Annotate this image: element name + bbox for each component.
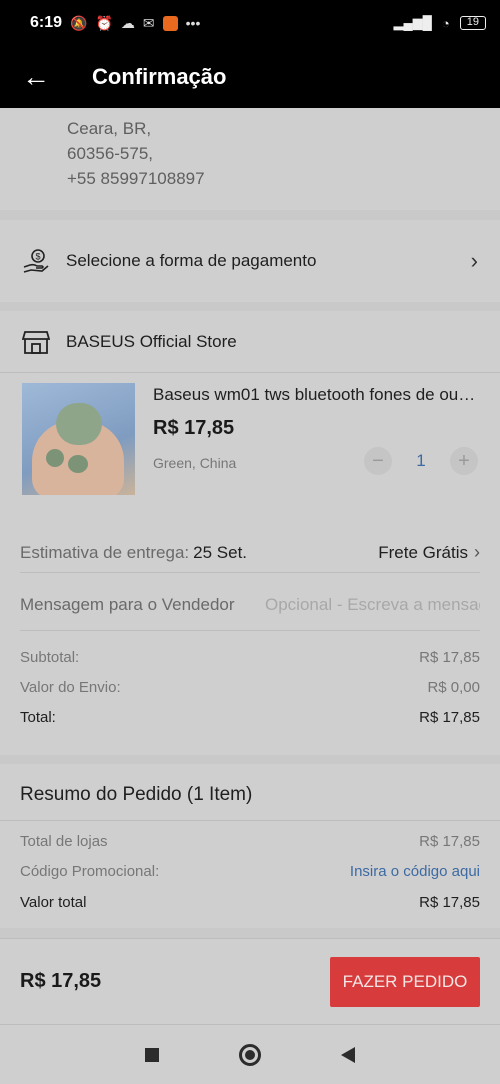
more-icon: •••: [185, 15, 201, 31]
stores-total-row: Total de lojas R$ 17,85: [20, 833, 480, 850]
payment-method-row[interactable]: $ Selecione a forma de pagamento ›: [0, 220, 500, 302]
back-arrow-icon[interactable]: ←: [0, 46, 72, 108]
store-total-row: Total: R$ 17,85: [20, 709, 480, 726]
quantity-stepper: − 1 +: [364, 447, 478, 475]
clock: 6:19: [30, 14, 63, 31]
wifi-icon: ◔: [441, 15, 450, 31]
store-header[interactable]: BASEUS Official Store: [0, 311, 500, 373]
back-icon[interactable]: [341, 1046, 355, 1063]
shipping-option: Frete Grátis: [378, 542, 468, 562]
checkout-footer: R$ 17,85 FAZER PEDIDO: [0, 938, 500, 1024]
status-right: ▂▄▆█ ◔ 19: [393, 15, 486, 31]
stores-total-value: R$ 17,85: [419, 833, 480, 850]
signal-icon: ▂▄▆█: [393, 15, 432, 30]
product-thumbnail[interactable]: [22, 383, 135, 495]
payment-hand-icon: $: [23, 249, 49, 273]
promo-code-row: Código Promocional: Insira o código aqui: [20, 863, 480, 880]
grand-total-row: Valor total R$ 17,85: [20, 894, 480, 911]
place-order-button[interactable]: FAZER PEDIDO: [330, 956, 480, 1007]
subtotal-row: Subtotal: R$ 17,85: [20, 649, 480, 666]
address-line-1: Ceara, BR,: [67, 119, 152, 138]
store-name: BASEUS Official Store: [66, 331, 237, 351]
grand-total-value: R$ 17,85: [419, 894, 480, 911]
store-icon: [22, 330, 50, 354]
store-total-label: Total:: [20, 709, 56, 726]
store-order-block: BASEUS Official Store Baseus wm01 tws bl…: [0, 311, 500, 755]
chevron-right-icon: ›: [470, 248, 478, 273]
quantity-value: 1: [416, 451, 426, 470]
delivery-date: 25 Set.: [193, 542, 248, 562]
app-icon: [162, 15, 178, 31]
grand-total-label: Valor total: [20, 894, 87, 911]
subtotal-value: R$ 17,85: [419, 649, 480, 666]
status-left: 6:19 🔕 ⏰ ☁ ✉ •••: [30, 14, 200, 32]
seller-message-label: Mensagem para o Vendedor: [20, 594, 235, 614]
delivery-estimate-row[interactable]: Estimativa de entrega: 25 Set. Frete Grá…: [20, 533, 480, 573]
cloud-icon: ☁: [120, 14, 135, 31]
seller-message-input[interactable]: [265, 594, 480, 615]
subtotal-label: Subtotal:: [20, 649, 80, 666]
address-phone: +55 85997108897: [67, 169, 205, 188]
messenger-icon: ✉: [142, 14, 155, 31]
alarm-icon: ⏰: [95, 14, 113, 31]
shipping-cost-value: R$ 0,00: [427, 679, 480, 696]
product-price: R$ 17,85: [153, 417, 235, 439]
order-summary-title: Resumo do Pedido (1 Item): [20, 784, 253, 805]
address-line-2: 60356-575,: [67, 144, 154, 163]
summary-divider: [0, 820, 500, 821]
recents-icon[interactable]: [145, 1047, 159, 1062]
system-nav-bar: [0, 1024, 500, 1084]
chevron-right-icon: ›: [474, 542, 480, 562]
payment-method-label: Selecione a forma de pagamento: [66, 251, 317, 270]
svg-text:$: $: [35, 252, 40, 262]
shipping-address[interactable]: Ceara, BR, 60356-575, +55 85997108897: [0, 108, 500, 210]
home-icon[interactable]: [239, 1043, 261, 1066]
mute-icon: 🔕: [70, 14, 88, 31]
seller-message-row: Mensagem para o Vendedor: [20, 579, 480, 631]
app-bar: ← Confirmação: [0, 46, 500, 108]
shipping-cost-label: Valor do Envio:: [20, 679, 121, 696]
promo-code-link[interactable]: Insira o código aqui: [350, 863, 480, 880]
footer-total: R$ 17,85: [20, 970, 102, 992]
battery-icon: 19: [459, 16, 486, 30]
product-title[interactable]: Baseus wm01 tws bluetooth fones de ouvid…: [153, 385, 478, 405]
page-title: Confirmação: [92, 64, 227, 89]
store-total-value: R$ 17,85: [419, 709, 480, 726]
product-variant: Green, China: [153, 455, 237, 471]
delivery-label: Estimativa de entrega:: [20, 542, 190, 562]
promo-code-label: Código Promocional:: [20, 863, 160, 880]
product-item: Baseus wm01 tws bluetooth fones de ouvid…: [22, 383, 478, 495]
decrease-quantity-button[interactable]: −: [364, 447, 392, 475]
shipping-cost-row: Valor do Envio: R$ 0,00: [20, 679, 480, 696]
status-bar: 6:19 🔕 ⏰ ☁ ✉ ••• ▂▄▆█ ◔ 19: [0, 0, 500, 46]
order-summary: Resumo do Pedido (1 Item) Total de lojas…: [0, 764, 500, 928]
increase-quantity-button[interactable]: +: [450, 447, 478, 475]
stores-total-label: Total de lojas: [20, 833, 108, 850]
